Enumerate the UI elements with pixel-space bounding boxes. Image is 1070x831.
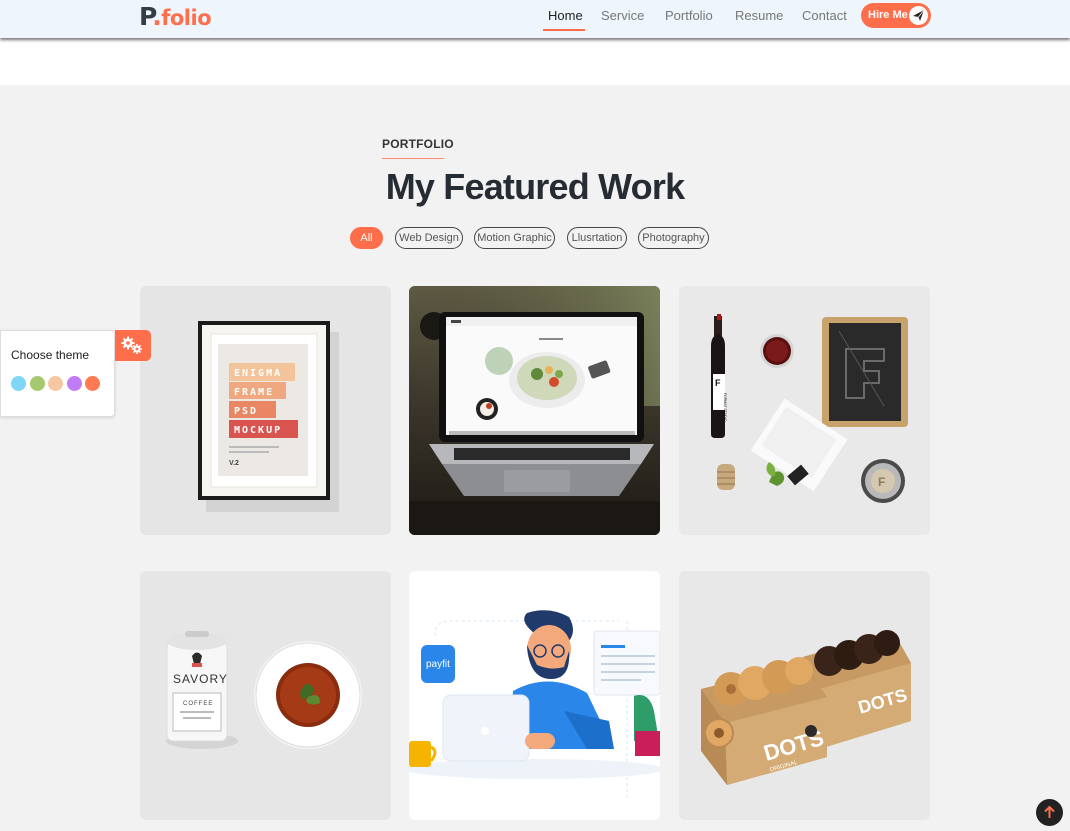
- logo-dot: .: [152, 2, 162, 31]
- theme-toggle-button[interactable]: [115, 330, 151, 361]
- enigma-version: V.2: [229, 460, 239, 467]
- logo-text: folio: [161, 6, 212, 30]
- savory-brand: SAVORY: [173, 672, 228, 686]
- nav-contact[interactable]: Contact: [802, 8, 847, 23]
- filter-web-design[interactable]: Web Design: [395, 227, 463, 249]
- jar-letter: F: [878, 475, 885, 489]
- hire-me-label: Hire Me: [868, 9, 908, 21]
- nav-resume[interactable]: Resume: [735, 8, 783, 23]
- nav-home[interactable]: Home: [548, 8, 583, 23]
- portfolio-item-enigma-frame[interactable]: ENIGMA FRAME PSD MOCKUP V.2: [140, 286, 391, 535]
- filter-illustration[interactable]: Llusrtation: [567, 227, 627, 249]
- enigma-text-4: MOCKUP: [234, 425, 282, 436]
- logo-letter: P: [139, 2, 153, 31]
- top-navbar: P.folio Home Service Portfolio Resume Co…: [0, 0, 1070, 38]
- enigma-text-3: PSD: [234, 406, 258, 417]
- filter-all[interactable]: All: [350, 227, 383, 249]
- nav-active-indicator: [543, 29, 585, 31]
- theme-swatch-green[interactable]: [30, 376, 45, 391]
- portfolio-item-wine-branding[interactable]: F FORMAT STUDIO F: [679, 286, 930, 535]
- theme-swatch-purple[interactable]: [67, 376, 82, 391]
- section-eyebrow: PORTFOLIO: [382, 137, 454, 151]
- section-title: My Featured Work: [385, 166, 685, 207]
- hero-bottom-band: [0, 38, 1070, 85]
- payfit-badge: payfit: [426, 659, 450, 670]
- theme-swatch-orange[interactable]: [85, 376, 100, 391]
- filter-motion-graphic[interactable]: Motion Graphic: [474, 227, 555, 249]
- paper-plane-icon: [909, 6, 928, 25]
- scroll-to-top-button[interactable]: [1036, 799, 1063, 826]
- filter-photography[interactable]: Photography: [638, 227, 709, 249]
- enigma-text-2: FRAME: [234, 387, 274, 398]
- arrow-up-icon: [1044, 805, 1055, 818]
- enigma-text-1: ENIGMA: [234, 368, 282, 379]
- portfolio-item-payfit-illustration[interactable]: payfit: [409, 571, 660, 820]
- portfolio-item-laptop[interactable]: [409, 286, 660, 535]
- portfolio-item-dots-donuts[interactable]: DOTS DOTS ORIGINAL: [679, 571, 930, 820]
- nav-service[interactable]: Service: [601, 8, 644, 23]
- site-logo[interactable]: P.folio: [139, 2, 212, 31]
- nav-portfolio[interactable]: Portfolio: [665, 8, 713, 23]
- theme-swatch-cyan[interactable]: [11, 376, 26, 391]
- hire-me-button[interactable]: Hire Me: [861, 3, 931, 28]
- theme-swatch-peach[interactable]: [48, 376, 63, 391]
- portfolio-item-savory-coffee[interactable]: SAVORY COFFEE: [140, 571, 391, 820]
- eyebrow-underline: [382, 158, 444, 159]
- theme-picker-panel: Choose theme: [0, 330, 115, 417]
- bottle-text: FORMAT STUDIO: [723, 393, 727, 422]
- theme-title: Choose theme: [11, 348, 90, 362]
- gears-icon: [121, 336, 142, 354]
- bottle-letter: F: [715, 378, 721, 388]
- savory-label: COFFEE: [183, 701, 213, 707]
